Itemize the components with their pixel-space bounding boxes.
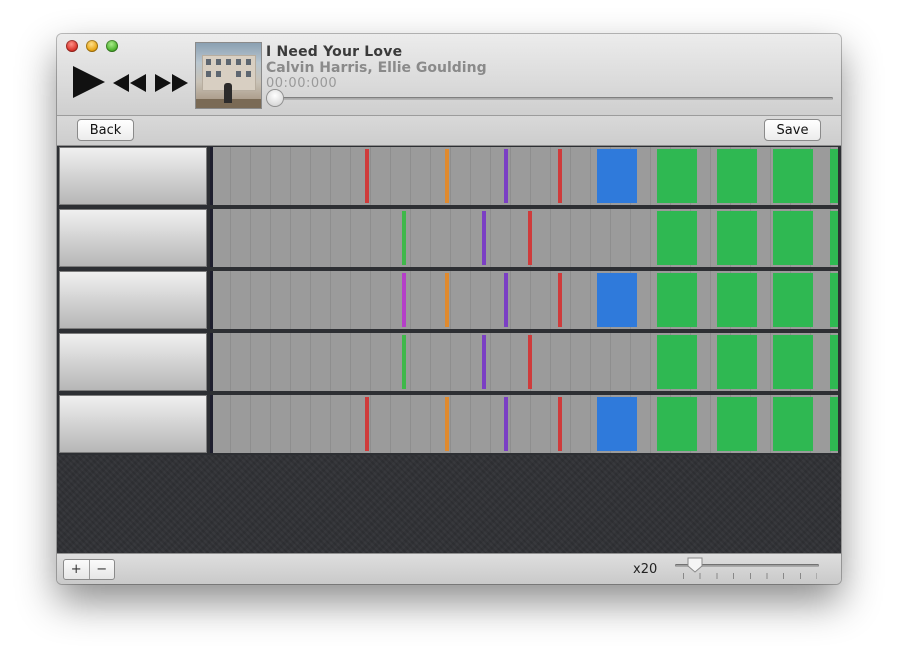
track-lane[interactable]: [210, 147, 838, 205]
purple-marker[interactable]: [482, 211, 486, 265]
purple-marker[interactable]: [504, 149, 508, 203]
fast-forward-icon: [155, 74, 188, 92]
green-block[interactable]: [717, 335, 757, 389]
green-block[interactable]: [830, 273, 838, 327]
close-window-button[interactable]: [66, 40, 78, 52]
green-block[interactable]: [657, 273, 697, 327]
app-window: I Need Your Love Calvin Harris, Ellie Go…: [57, 34, 841, 584]
red-marker[interactable]: [365, 397, 369, 451]
orange-marker[interactable]: [445, 273, 449, 327]
purple-marker[interactable]: [482, 335, 486, 389]
fast-forward-button[interactable]: [154, 74, 188, 92]
green-block[interactable]: [657, 397, 697, 451]
green-block[interactable]: [830, 211, 838, 265]
track-title: I Need Your Love: [266, 44, 403, 60]
seek-knob[interactable]: [267, 90, 283, 106]
green-block[interactable]: [773, 335, 813, 389]
zoom-window-button[interactable]: [106, 40, 118, 52]
play-icon: [73, 66, 105, 98]
track-row: [57, 208, 841, 268]
track-lane[interactable]: [210, 333, 838, 391]
green-block[interactable]: [830, 397, 838, 451]
green-block[interactable]: [657, 335, 697, 389]
track-row-header[interactable]: [59, 209, 207, 267]
track-row: [57, 394, 841, 454]
title-bar: I Need Your Love Calvin Harris, Ellie Go…: [57, 34, 841, 116]
back-button[interactable]: Back: [77, 119, 134, 141]
track-lane[interactable]: [210, 209, 838, 267]
track-lane[interactable]: [210, 395, 838, 453]
green-block[interactable]: [830, 335, 838, 389]
green-block[interactable]: [717, 273, 757, 327]
green-marker[interactable]: [402, 335, 406, 389]
green-block[interactable]: [773, 273, 813, 327]
add-remove-control: + −: [63, 559, 115, 580]
orange-marker[interactable]: [445, 149, 449, 203]
track-row: [57, 332, 841, 392]
zoom-slider-ticks: [683, 573, 817, 579]
magenta-marker[interactable]: [402, 273, 406, 327]
blue-block[interactable]: [597, 397, 637, 451]
red-marker[interactable]: [558, 273, 562, 327]
rewind-icon: [113, 74, 146, 92]
orange-marker[interactable]: [445, 397, 449, 451]
track-row: [57, 270, 841, 330]
purple-marker[interactable]: [504, 273, 508, 327]
track-lane[interactable]: [210, 271, 838, 329]
green-block[interactable]: [830, 149, 838, 203]
red-marker[interactable]: [558, 149, 562, 203]
track-row-header[interactable]: [59, 147, 207, 205]
green-marker[interactable]: [402, 211, 406, 265]
slider-knob-icon: [687, 557, 703, 573]
track-list: [57, 146, 841, 455]
seek-bar[interactable]: [275, 97, 833, 100]
edit-toolbar: Back Save: [57, 116, 841, 146]
green-block[interactable]: [717, 149, 757, 203]
remove-track-button[interactable]: −: [88, 560, 115, 579]
bottom-bar: + − x20: [57, 553, 841, 584]
save-button[interactable]: Save: [764, 119, 821, 141]
green-block[interactable]: [773, 211, 813, 265]
green-block[interactable]: [717, 211, 757, 265]
empty-track-area: [57, 455, 841, 553]
green-block[interactable]: [657, 211, 697, 265]
track-time: 00:00:000: [266, 76, 338, 91]
blue-block[interactable]: [597, 273, 637, 327]
blue-block[interactable]: [597, 149, 637, 203]
track-artist: Calvin Harris, Ellie Goulding: [266, 60, 487, 76]
play-button[interactable]: [71, 66, 107, 98]
green-block[interactable]: [717, 397, 757, 451]
red-marker[interactable]: [528, 335, 532, 389]
rewind-button[interactable]: [113, 74, 147, 92]
green-block[interactable]: [773, 149, 813, 203]
green-block[interactable]: [657, 149, 697, 203]
track-row-header[interactable]: [59, 271, 207, 329]
add-track-button[interactable]: +: [64, 560, 89, 579]
track-row-header[interactable]: [59, 395, 207, 453]
red-marker[interactable]: [528, 211, 532, 265]
red-marker[interactable]: [365, 149, 369, 203]
red-marker[interactable]: [558, 397, 562, 451]
purple-marker[interactable]: [504, 397, 508, 451]
minimize-window-button[interactable]: [86, 40, 98, 52]
green-block[interactable]: [773, 397, 813, 451]
track-row: [57, 146, 841, 206]
track-row-header[interactable]: [59, 333, 207, 391]
zoom-slider-knob[interactable]: [687, 557, 703, 573]
album-art: [195, 42, 262, 109]
zoom-label: x20: [633, 562, 658, 577]
